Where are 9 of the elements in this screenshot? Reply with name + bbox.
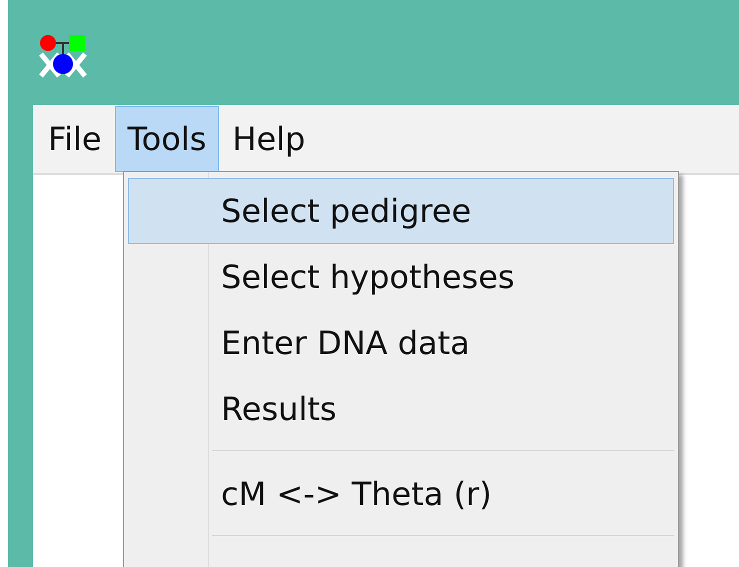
menu-entry[interactable]: Select pedigree <box>128 178 674 244</box>
pedigree-icon <box>38 32 88 80</box>
menu-entry[interactable]: Results <box>128 376 674 442</box>
menu-item[interactable]: Tools <box>114 106 220 172</box>
menu-item[interactable]: File <box>35 106 115 172</box>
menu-item[interactable]: Help <box>219 106 318 172</box>
menu-entry[interactable]: Select hypotheses <box>128 244 674 310</box>
menu-entry[interactable]: Enter DNA data <box>128 310 674 376</box>
menu-entry[interactable]: cM <-> Theta (r) <box>128 461 674 527</box>
